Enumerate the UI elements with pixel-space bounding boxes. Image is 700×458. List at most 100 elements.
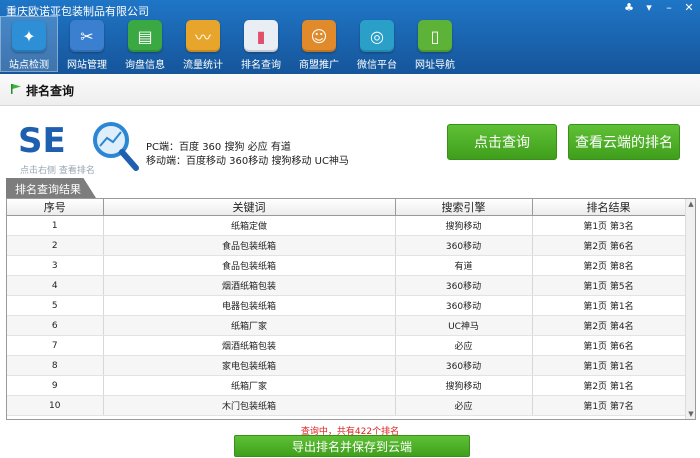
table-cell: 第1页 第1名: [532, 295, 686, 316]
toolbar-item-label: 网址导航: [415, 60, 455, 71]
table-cell: 1: [7, 215, 104, 236]
table-cell: 第1页 第3名: [532, 215, 686, 236]
table-row[interactable]: 2 食品包装纸箱 360移动 第2页 第6名: [7, 235, 686, 256]
table-cell: 必应: [395, 335, 533, 356]
chat-icon: ▤: [128, 20, 162, 52]
table-cell: 纸箱厂家: [103, 375, 396, 396]
table-cell: 第2页 第8名: [532, 255, 686, 276]
table-cell: 360移动: [395, 235, 533, 256]
logo-subtitle: 点击右侧 查看排名: [20, 166, 95, 176]
table-row[interactable]: 9 纸箱厂家 搜狗移动 第2页 第1名: [7, 375, 686, 396]
table-cell: 第2页 第1名: [532, 375, 686, 396]
column-header[interactable]: 序号: [7, 199, 104, 216]
table-cell: 3: [7, 255, 104, 276]
table-cell: 10: [7, 395, 104, 416]
tools-icon: ✂: [70, 20, 104, 52]
table-cell: 第1页 第7名: [532, 395, 686, 416]
table-cell: 纸箱厂家: [103, 315, 396, 336]
table-cell: 第1页 第1名: [532, 355, 686, 376]
compass-icon: ✦: [12, 21, 46, 52]
table-cell: 360移动: [395, 275, 533, 296]
flag-icon: [11, 84, 21, 94]
table-body: 1 纸箱定做 搜狗移动 第1页 第3名 2 食品包装纸箱 360移动 第2页 第6名 3 食品包装…: [7, 215, 686, 416]
view-cloud-ranking-button[interactable]: 查看云端的排名: [568, 124, 680, 160]
table-cell: 烟酒纸箱包装: [103, 275, 396, 296]
table-header-row: 序号 关键词 搜索引擎 排名结果: [7, 199, 686, 216]
toolbar-item-label: 站点检测: [9, 60, 49, 71]
table-cell: 必应: [395, 395, 533, 416]
scroll-up-icon[interactable]: ▲: [687, 200, 695, 208]
table-scrollbar[interactable]: ▲ ▼: [685, 199, 695, 419]
main-toolbar: ✦ 站点检测 ✂ 网站管理 ▤ 询盘信息〰流量统计 ▮ 排名查询 ☺ 商盟推广 ◎ 微信平台 ▯ 网址导航: [0, 16, 464, 72]
toolbar-item-0[interactable]: ✦ 站点检测: [0, 16, 58, 72]
pc-engines-text: PC端：百度 360 搜狗 必应 有道: [146, 142, 291, 153]
column-header[interactable]: 排名结果: [532, 199, 686, 216]
table-cell: 电器包装纸箱: [103, 295, 396, 316]
page-header: 排名查询: [0, 74, 700, 106]
table-cell: 食品包装纸箱: [103, 255, 396, 276]
table-cell: 第2页 第4名: [532, 315, 686, 336]
table-cell: 第1页 第6名: [532, 335, 686, 356]
toolbar-item-label: 网站管理: [67, 60, 107, 71]
wechat-icon: ◎: [360, 20, 394, 52]
mouse-icon: ▯: [418, 20, 452, 52]
table-cell: 7: [7, 335, 104, 356]
toolbar-item-7[interactable]: ▯ 网址导航: [406, 16, 464, 72]
menu-icon[interactable]: ▾: [642, 2, 656, 14]
table-cell: 烟酒纸箱包装: [103, 335, 396, 356]
window-controls: ♣ ▾ – ✕: [622, 2, 696, 14]
scroll-down-icon[interactable]: ▼: [687, 410, 695, 418]
export-save-cloud-button[interactable]: 导出排名并保存到云端: [234, 435, 470, 457]
table-row[interactable]: 7 烟酒纸箱包装 必应 第1页 第6名: [7, 335, 686, 356]
minimize-icon[interactable]: –: [662, 2, 676, 14]
table-cell: 2: [7, 235, 104, 256]
bar-chart-icon: ▮: [244, 20, 278, 52]
table-cell: 搜狗移动: [395, 215, 533, 236]
toolbar-item-1[interactable]: ✂ 网站管理: [58, 16, 116, 72]
toolbar-item-4[interactable]: ▮ 排名查询: [232, 16, 290, 72]
table-cell: 360移动: [395, 295, 533, 316]
table-cell: 6: [7, 315, 104, 336]
table-cell: 家电包装纸箱: [103, 355, 396, 376]
toolbar-item-label: 流量统计: [183, 60, 223, 71]
toolbar-item-2[interactable]: ▤ 询盘信息: [116, 16, 174, 72]
trend-icon: 〰: [186, 20, 220, 52]
table-cell: 第2页 第6名: [532, 235, 686, 256]
table-row[interactable]: 3 食品包装纸箱 有道 第2页 第8名: [7, 255, 686, 276]
table-cell: 有道: [395, 255, 533, 276]
ranking-table: 序号 关键词 搜索引擎 排名结果 1 纸箱定做 搜狗移动 第1页 第3名 2 食品包装纸箱 360…: [6, 198, 696, 420]
mobile-engines-text: 移动端：百度移动 360移动 搜狗移动 UC神马: [146, 156, 349, 167]
toolbar-item-label: 询盘信息: [125, 60, 165, 71]
table-cell: 360移动: [395, 355, 533, 376]
table-row[interactable]: 8 家电包装纸箱 360移动 第1页 第1名: [7, 355, 686, 376]
table-row[interactable]: 10 木门包装纸箱 必应 第1页 第7名: [7, 395, 686, 416]
table-cell: UC神马: [395, 315, 533, 336]
toolbar-item-label: 排名查询: [241, 60, 281, 71]
column-header[interactable]: 关键词: [103, 199, 396, 216]
toolbar-item-3[interactable]: 〰流量统计: [174, 16, 232, 72]
table-row[interactable]: 4 烟酒纸箱包装 360移动 第1页 第5名: [7, 275, 686, 296]
toolbar-item-6[interactable]: ◎ 微信平台: [348, 16, 406, 72]
table-cell: 第1页 第5名: [532, 275, 686, 296]
table-cell: 木门包装纸箱: [103, 395, 396, 416]
table-cell: 4: [7, 275, 104, 296]
table-row[interactable]: 5 电器包装纸箱 360移动 第1页 第1名: [7, 295, 686, 316]
table-row[interactable]: 6 纸箱厂家 UC神马 第2页 第4名: [7, 315, 686, 336]
table-cell: 9: [7, 375, 104, 396]
query-button[interactable]: 点击查询: [447, 124, 557, 160]
top-bar: 重庆欧诺亚包装制品有限公司 ♣ ▾ – ✕ ✦ 站点检测 ✂ 网站管理 ▤ 询盘信息〰流量…: [0, 0, 700, 74]
table-cell: 搜狗移动: [395, 375, 533, 396]
user-icon: ☺: [302, 20, 336, 52]
table-row[interactable]: 1 纸箱定做 搜狗移动 第1页 第3名: [7, 215, 686, 236]
column-header[interactable]: 搜索引擎: [395, 199, 533, 216]
toolbar-item-5[interactable]: ☺ 商盟推广: [290, 16, 348, 72]
table-cell: 纸箱定做: [103, 215, 396, 236]
skin-icon[interactable]: ♣: [622, 2, 636, 14]
tab-ranking-results[interactable]: 排名查询结果: [6, 178, 96, 198]
table-cell: 5: [7, 295, 104, 316]
table-cell: 8: [7, 355, 104, 376]
table-cell: 食品包装纸箱: [103, 235, 396, 256]
page-title: 排名查询: [26, 84, 75, 98]
toolbar-item-label: 微信平台: [357, 60, 397, 71]
close-icon[interactable]: ✕: [682, 2, 696, 14]
